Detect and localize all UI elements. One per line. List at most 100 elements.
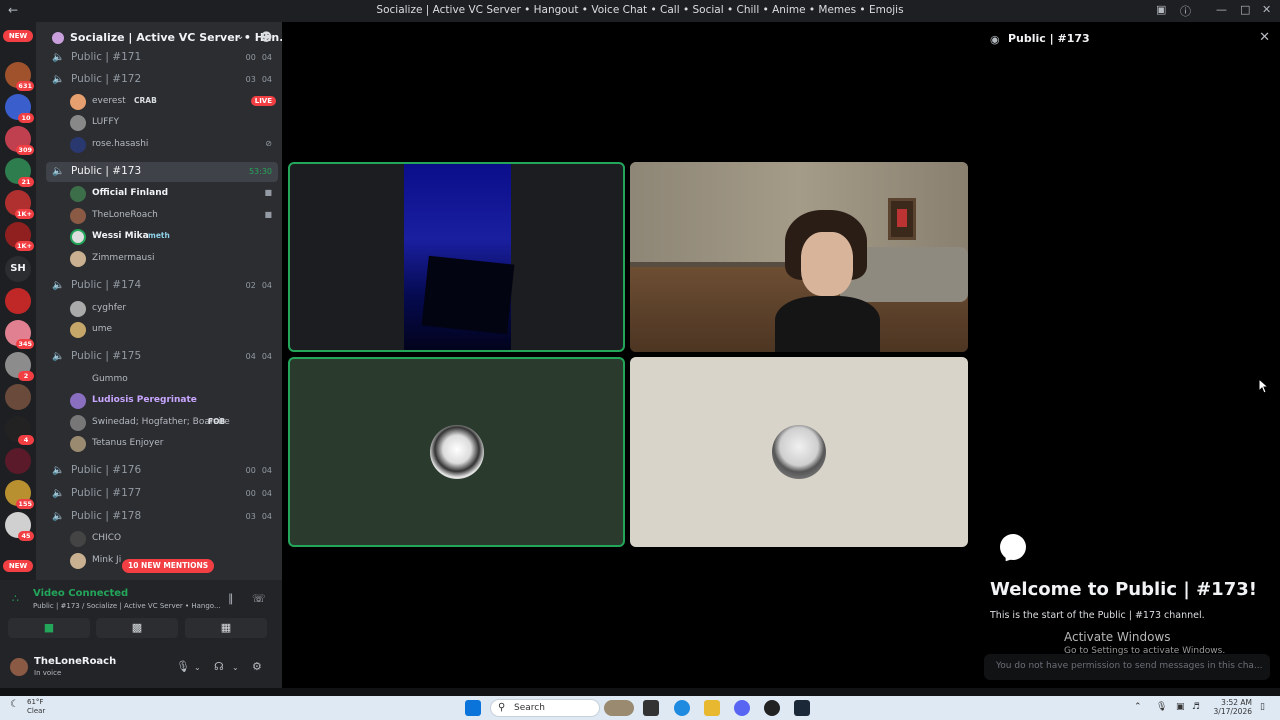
server-icon[interactable] xyxy=(5,288,31,314)
voice-channel[interactable]: 🔈 Public | #171 00 04 xyxy=(46,48,278,68)
voice-user[interactable]: ume xyxy=(70,320,276,340)
activate-windows-title: Activate Windows xyxy=(1064,630,1171,644)
video-tile-screen[interactable] xyxy=(288,162,625,352)
server-icon[interactable]: 309 xyxy=(5,126,34,155)
participant-avatar xyxy=(772,425,826,479)
server-icon[interactable]: 21 xyxy=(5,158,34,187)
server-icon[interactable]: 1K+ xyxy=(5,190,34,219)
disconnect-icon[interactable]: ☏ xyxy=(252,592,266,605)
server-icon[interactable]: 345 xyxy=(5,320,34,349)
voice-user[interactable]: Gummo xyxy=(70,370,276,390)
voice-status: Video Connected xyxy=(33,588,129,599)
voice-user[interactable]: Wessi Mika meth xyxy=(70,227,276,247)
voice-user[interactable]: CHICO xyxy=(70,529,276,549)
username[interactable]: TheLoneRoach xyxy=(34,656,116,667)
screen-share-button[interactable]: ▩ xyxy=(96,618,178,638)
server-icon-sh[interactable]: SH xyxy=(5,256,31,282)
close-icon[interactable]: ✕ xyxy=(1259,30,1270,45)
video-person xyxy=(775,210,880,352)
taskbar-clock[interactable]: 3:52 AM 3/17/2026 xyxy=(1206,698,1252,716)
close-window-icon[interactable]: ✕ xyxy=(1262,3,1271,16)
camera-button[interactable]: ■ xyxy=(8,618,90,638)
steam-icon[interactable] xyxy=(794,700,810,716)
activities-button[interactable]: ▦ xyxy=(185,618,267,638)
file-explorer-icon[interactable] xyxy=(704,700,720,716)
tray-chevron-up-icon[interactable]: ⌃ xyxy=(1134,702,1142,712)
video-tile-avatar[interactable] xyxy=(630,357,968,547)
headphones-icon[interactable]: ☊ xyxy=(214,660,224,673)
chevron-down-icon[interactable]: ⌄ xyxy=(232,663,239,672)
voice-user[interactable]: rose.hasashi ⊘ xyxy=(70,135,276,155)
maximize-icon[interactable]: □ xyxy=(1240,3,1250,16)
voice-channel[interactable]: 🔈 Public | #172 03 04 xyxy=(46,70,278,90)
chevron-down-icon[interactable]: ⌄ xyxy=(194,663,201,672)
voice-channel[interactable]: 🔈 Public | #176 00 04 xyxy=(46,461,278,481)
voice-channel[interactable]: 🔈 Public | #178 03 04 xyxy=(46,507,278,527)
help-icon[interactable]: ⓘ xyxy=(1180,3,1191,19)
discord-icon[interactable] xyxy=(734,700,750,716)
chevron-down-icon[interactable]: ⌄ xyxy=(236,31,244,42)
taskbar-search[interactable]: ⚲ Search xyxy=(490,699,600,717)
obs-icon[interactable] xyxy=(764,700,780,716)
taskbar-thumbnail-icon[interactable] xyxy=(604,700,634,716)
server-icon[interactable]: 631 xyxy=(5,62,34,91)
tray-microphone-icon[interactable]: 🎙 xyxy=(1156,702,1167,712)
new-unreads-pill-bottom[interactable]: NEW xyxy=(3,560,33,572)
start-button-icon[interactable] xyxy=(465,700,481,716)
server-icon[interactable] xyxy=(5,384,31,410)
edge-browser-icon[interactable] xyxy=(674,700,690,716)
signal-icon[interactable]: ∴ xyxy=(12,592,19,605)
participant-avatar xyxy=(429,425,484,479)
voice-location[interactable]: Public | #173 / Socialize | Active VC Se… xyxy=(33,602,221,610)
voice-channel[interactable]: 🔈 Public | #175 04 04 xyxy=(46,347,278,367)
voice-channel[interactable]: 🔈 Public | #174 02 04 xyxy=(46,276,278,296)
server-icon[interactable] xyxy=(5,448,31,474)
avatar xyxy=(70,186,86,202)
message-input-disabled: You do not have permission to send messa… xyxy=(984,654,1270,680)
notification-icon[interactable]: ▯ xyxy=(1260,702,1265,712)
chat-bubble-icon: ◉ xyxy=(990,33,1000,46)
server-icon[interactable]: 155 xyxy=(5,480,34,509)
voice-user[interactable]: TheLoneRoach ■ xyxy=(70,206,276,226)
voice-user[interactable]: LUFFY xyxy=(70,113,276,133)
screen-share-icon: ▩ xyxy=(131,621,143,634)
voice-user[interactable]: Swinedad; Hogfather; Boarsire FOB xyxy=(70,413,276,433)
new-unreads-pill[interactable]: NEW xyxy=(3,30,33,42)
tray-network-icon[interactable]: ▣ xyxy=(1176,702,1185,712)
server-tag: CRAB xyxy=(134,96,157,105)
voice-channel-selected[interactable]: 🔈 Public | #173 53:30 xyxy=(46,162,278,182)
minimize-icon[interactable]: — xyxy=(1216,3,1227,16)
weather-widget[interactable]: 61°F Clear xyxy=(27,698,45,716)
task-view-icon[interactable] xyxy=(643,700,659,716)
channel-start-text: This is the start of the Public | #173 c… xyxy=(990,610,1205,621)
new-mentions-pill[interactable]: 10 NEW MENTIONS xyxy=(122,559,215,573)
weather-icon[interactable]: ☾ xyxy=(10,699,19,710)
voice-user[interactable]: Official Finland ■ xyxy=(70,184,276,204)
microphone-icon[interactable]: 🎙 xyxy=(176,660,190,673)
voice-user[interactable]: Zimmermausi xyxy=(70,249,276,269)
voice-user[interactable]: Tetanus Enjoyer xyxy=(70,434,276,454)
server-icon[interactable]: 10 xyxy=(5,94,34,123)
video-tile-camera[interactable] xyxy=(630,162,968,352)
speaker-icon: 🔈 xyxy=(52,511,65,522)
avatar xyxy=(70,393,86,409)
channel-user-count: 00 04 xyxy=(245,489,272,498)
voice-user[interactable]: everest CRAB LIVE xyxy=(70,92,276,112)
avatar[interactable] xyxy=(10,658,28,676)
server-icon[interactable]: 45 xyxy=(5,512,34,541)
voice-chat-panel: ◉ Public | #173 ✕ Welcome to Public | #1… xyxy=(974,22,1280,688)
tray-volume-icon[interactable]: ♬ xyxy=(1192,702,1200,712)
noise-suppression-icon[interactable]: ∥ xyxy=(228,592,234,605)
inbox-icon[interactable]: ▣ xyxy=(1156,3,1166,16)
voice-user[interactable]: Ludiosis Peregrinate xyxy=(70,391,276,411)
video-tile-avatar[interactable] xyxy=(288,357,625,547)
server-icon[interactable]: 2 xyxy=(5,352,34,381)
voice-user[interactable]: cyghfer xyxy=(70,299,276,319)
voice-channel[interactable]: 🔈 Public | #177 00 04 xyxy=(46,484,278,504)
invite-people-icon[interactable]: ☻ xyxy=(260,30,273,44)
speaker-icon: 🔈 xyxy=(52,52,65,63)
server-icon[interactable]: 4 xyxy=(5,416,34,445)
server-icon[interactable]: 1K+ xyxy=(5,222,34,251)
camera-icon: ■ xyxy=(43,621,55,634)
settings-gear-icon[interactable]: ⚙ xyxy=(252,660,262,673)
